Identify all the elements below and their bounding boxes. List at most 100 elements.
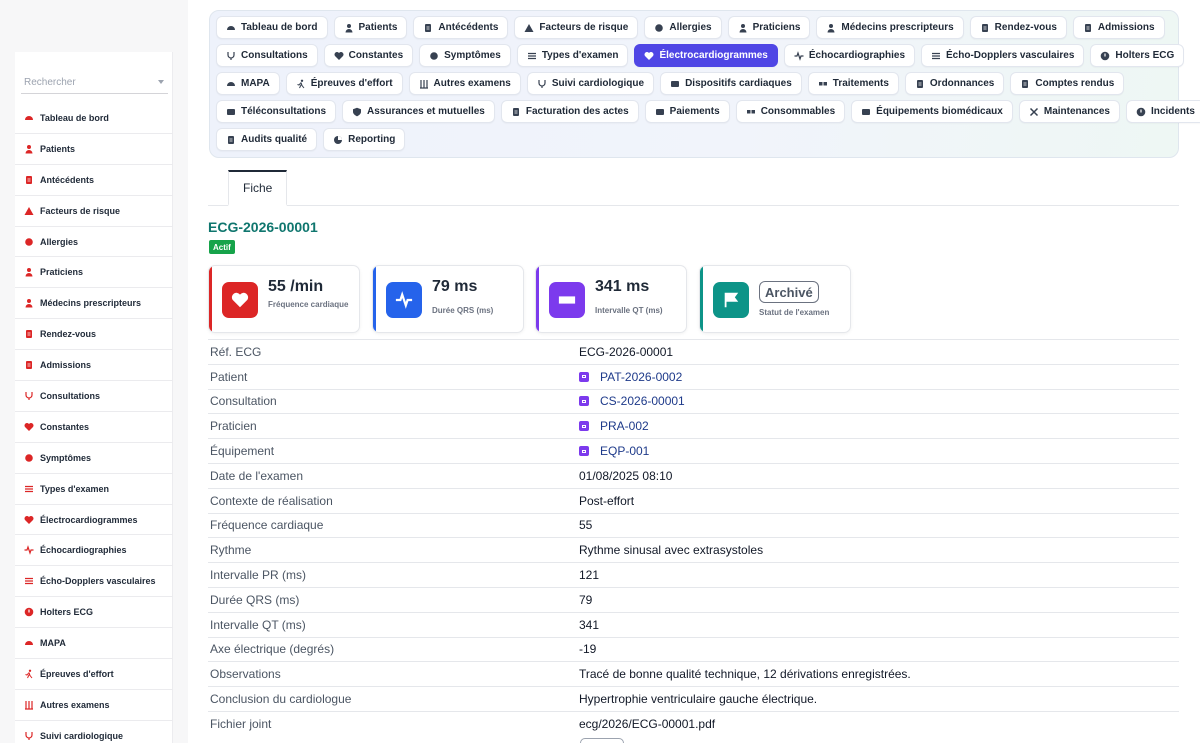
sidebar-item-label: Facteurs de risque (40, 205, 121, 216)
status-badge: Archivé (759, 281, 819, 303)
sidebar-item[interactable]: Échocardiographies (15, 535, 173, 567)
nav-chip[interactable]: Autres examens (408, 72, 521, 95)
file-icon (915, 79, 925, 89)
nav-chip[interactable]: Paiements (644, 100, 730, 123)
record-link[interactable]: EQP-001 (600, 444, 649, 458)
detail-row: Date de l'examen 01/08/2025 08:10 (208, 462, 1179, 488)
sidebar-item[interactable]: Autres examens (15, 690, 173, 721)
sidebar-item[interactable]: Symptômes (15, 443, 173, 474)
detail-value[interactable]: PRA-002 (579, 419, 649, 433)
detail-key: Rythme (210, 543, 252, 558)
detail-value-text: 01/08/2025 08:10 (579, 468, 673, 483)
record-link[interactable]: CS-2026-00001 (600, 394, 685, 408)
head-icon (429, 51, 439, 61)
sidebar-item-label: Consultations (40, 390, 100, 401)
sidebar-item[interactable]: Facteurs de risque (15, 196, 173, 227)
nav-chip[interactable]: Consommables (735, 100, 846, 123)
sidebar-item-label: Électrocardiogrammes (40, 514, 138, 525)
nav-chip[interactable]: Maintenances (1018, 100, 1120, 123)
search-select[interactable]: Rechercher (21, 72, 168, 94)
lines-icon (931, 51, 941, 61)
nav-chip[interactable]: Holters ECG (1090, 44, 1185, 67)
nav-chip[interactable]: Constantes (323, 44, 414, 67)
nav-chip[interactable]: Facteurs de risque (514, 16, 639, 39)
sidebar-item[interactable]: MAPA (15, 628, 173, 660)
nav-chip[interactable]: Suivi cardiologique (526, 72, 655, 95)
detail-value-text: -19 (579, 642, 597, 657)
nav-chip[interactable]: Symptômes (419, 44, 511, 67)
tools-icon (1029, 107, 1039, 117)
stat-card: Archivé Statut de l'examen (699, 265, 851, 333)
nav-chip[interactable]: Traitements (807, 72, 899, 95)
nav-chip[interactable]: Consultations (216, 44, 318, 67)
sidebar-item[interactable]: Allergies (15, 227, 173, 258)
sidebar-item[interactable]: Patients (15, 134, 173, 165)
detail-value[interactable]: PAT-2026-0002 (579, 370, 682, 384)
nav-chip[interactable]: MAPA (216, 72, 280, 95)
sidebar-item[interactable]: Épreuves d'effort (15, 659, 173, 690)
sidebar-item[interactable]: Électrocardiogrammes (15, 505, 173, 536)
detail-value-text: 341 (579, 617, 600, 632)
nav-chip[interactable]: Reporting (323, 128, 406, 151)
nav-chip[interactable]: Épreuves d'effort (285, 72, 403, 95)
detail-key: Intervalle PR (ms) (210, 568, 307, 583)
sidebar-item[interactable]: Médecins prescripteurs (15, 288, 173, 320)
nav-chip[interactable]: Dispositifs cardiaques (660, 72, 802, 95)
nav-chip[interactable]: Assurances et mutuelles (342, 100, 495, 123)
nav-chip[interactable]: Échocardiographies (783, 44, 916, 67)
nav-row: Téléconsultations Assurances et mutuelles… (216, 100, 1200, 124)
nav-chip[interactable]: Téléconsultations (216, 100, 337, 123)
sidebar-panel: Rechercher Tableau de bord Patients Antécé… (15, 52, 173, 743)
nav-chip[interactable]: Médecins prescripteurs (816, 16, 964, 39)
sidebar-item[interactable]: Admissions (15, 350, 173, 382)
detail-value[interactable]: EQP-001 (579, 444, 649, 458)
sidebar-item-label: Antécédents (40, 174, 95, 185)
nav-chip[interactable]: Tableau de bord (216, 16, 328, 39)
hand-icon (654, 23, 664, 33)
sidebar-item[interactable]: Consultations (15, 381, 173, 412)
nav-chip[interactable]: Patients (333, 16, 408, 39)
nav-chip[interactable]: Rendez-vous (969, 16, 1067, 39)
sidebar-item[interactable]: Types d'examen (15, 474, 173, 505)
nav-chip[interactable]: Admissions (1072, 16, 1165, 39)
nav-chip[interactable]: Électrocardiogrammes (634, 44, 778, 67)
stat-value: 55 /min (268, 278, 324, 295)
nav-chip-label: Médecins prescripteurs (841, 22, 954, 33)
nav-chip[interactable]: Praticiens (727, 16, 811, 39)
sidebar-item[interactable]: Tableau de bord (15, 103, 173, 134)
nav-chip[interactable]: Audits qualité (216, 128, 318, 151)
user-icon (23, 143, 34, 154)
nav-chip[interactable]: Types d'examen (516, 44, 629, 67)
detail-value[interactable]: CS-2026-00001 (579, 394, 685, 408)
nav-chip[interactable]: Ordonnances (904, 72, 1005, 95)
sidebar-item[interactable]: Praticiens (15, 257, 173, 289)
sidebar-menu: Tableau de bord Patients Antécédents Facteu… (15, 103, 173, 743)
sidebar-item[interactable]: Holters ECG (15, 597, 173, 629)
sidebar-item[interactable]: Rendez-vous (15, 319, 173, 351)
nav-chip-label: Allergies (669, 22, 712, 33)
sidebar-item[interactable]: Constantes (15, 412, 173, 443)
heart-icon (334, 51, 344, 61)
clock-icon (23, 607, 34, 618)
tab-fiche[interactable]: Fiche (228, 170, 288, 206)
record-link[interactable]: PAT-2026-0002 (600, 370, 682, 384)
link-record-icon (579, 396, 589, 407)
nav-chip[interactable]: Antécédents (413, 16, 509, 39)
nav-chip[interactable]: Incidents (1126, 100, 1200, 123)
chevron-down-icon[interactable] (158, 80, 164, 84)
nav-chip[interactable]: Allergies (644, 16, 722, 39)
nav-chip[interactable]: Écho-Dopplers vasculaires (921, 44, 1085, 67)
record-link[interactable]: PRA-002 (600, 419, 649, 433)
sidebar-item[interactable]: Antécédents (15, 165, 173, 196)
sidebar-item[interactable]: Écho-Dopplers vasculaires (15, 566, 173, 598)
lines-icon (23, 576, 34, 587)
stethoscope-icon (537, 79, 547, 89)
nav-chip[interactable]: Équipements biomédicaux (851, 100, 1013, 123)
module-nav: Tableau de bord Patients Antécédents Facteu… (209, 10, 1200, 158)
detail-row: Équipement EQP-001 (208, 438, 1179, 463)
partial-button[interactable] (580, 738, 624, 743)
nav-chip[interactable]: Facturation des actes (500, 100, 639, 123)
nav-chip[interactable]: Comptes rendus (1010, 72, 1125, 95)
sidebar-item[interactable]: Suivi cardiologique (15, 721, 173, 743)
vials-icon (23, 699, 34, 710)
